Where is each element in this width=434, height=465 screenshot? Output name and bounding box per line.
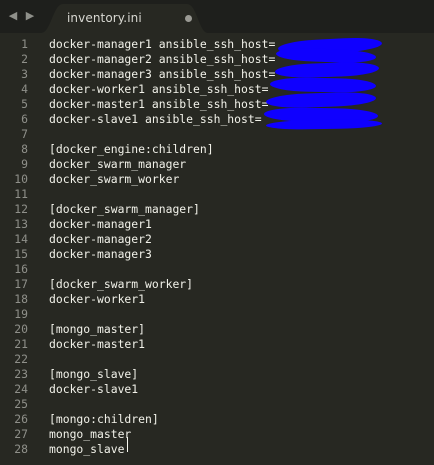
line-number: 23 <box>14 367 28 381</box>
unsaved-indicator-icon[interactable] <box>185 15 192 22</box>
code-editor[interactable]: 1 docker-manager1 ansible_ssh_host= 2 docke… <box>0 33 434 465</box>
line-number: 24 <box>14 382 28 396</box>
line-text: docker_swarm_manager <box>49 157 187 171</box>
line-number: 9 <box>21 157 28 171</box>
line-text: docker_swarm_worker <box>49 172 180 186</box>
code-line[interactable]: 11 <box>0 187 434 202</box>
code-line[interactable]: 10 docker_swarm_worker <box>0 172 434 187</box>
nav-back-icon[interactable]: ◀ <box>6 9 20 23</box>
line-text: docker-manager1 ansible_ssh_host= <box>49 37 276 51</box>
code-line[interactable]: 14 docker-manager2 <box>0 232 434 247</box>
line-number: 7 <box>21 127 28 141</box>
tab-navigation: ◀ ▶ <box>6 9 37 23</box>
line-text: [docker_swarm_manager] <box>49 202 200 216</box>
line-text: docker-worker1 ansible_ssh_host= <box>49 82 269 96</box>
line-number: 21 <box>14 337 28 351</box>
line-number: 2 <box>21 52 28 66</box>
line-text: docker-slave1 <box>49 382 139 396</box>
line-text: docker-manager3 <box>49 247 152 261</box>
code-line[interactable]: 12 [docker_swarm_manager] <box>0 202 434 217</box>
line-text: [docker_engine:children] <box>49 142 214 156</box>
line-number: 10 <box>14 172 28 186</box>
line-number: 5 <box>21 97 28 111</box>
line-number: 19 <box>14 307 28 321</box>
tab-inventory[interactable]: inventory.ini <box>41 4 208 33</box>
line-text: docker-worker1 <box>49 292 146 306</box>
line-text: docker-manager3 ansible_ssh_host= <box>49 67 276 81</box>
line-number: 1 <box>21 37 28 51</box>
code-line[interactable]: 24 docker-slave1 <box>0 382 434 397</box>
line-number: 6 <box>21 112 28 126</box>
line-text: mongo_master <box>49 427 132 441</box>
line-text: docker-slave1 ansible_ssh_host= <box>49 112 262 126</box>
code-line[interactable]: 22 <box>0 352 434 367</box>
line-number: 17 <box>14 277 28 291</box>
line-number: 25 <box>14 397 28 411</box>
line-number: 18 <box>14 292 28 306</box>
line-number: 26 <box>14 412 28 426</box>
line-number: 11 <box>14 187 28 201</box>
code-line[interactable]: 28 mongo_slave <box>0 442 434 457</box>
tab-title: inventory.ini <box>67 11 142 25</box>
line-text: docker-manager2 <box>49 232 152 246</box>
line-text: docker-master1 <box>49 337 146 351</box>
line-number: 13 <box>14 217 28 231</box>
line-text: mongo_slave <box>49 442 125 456</box>
line-text: docker-master1 ansible_ssh_host= <box>49 97 269 111</box>
code-line[interactable]: 7 <box>0 127 434 142</box>
tab-bar: ◀ ▶ inventory.ini <box>0 0 434 33</box>
line-number: 20 <box>14 322 28 336</box>
line-text: [mongo:children] <box>49 412 159 426</box>
line-number: 28 <box>14 442 28 456</box>
line-number: 15 <box>14 247 28 261</box>
code-line[interactable]: 26 [mongo:children] <box>0 412 434 427</box>
line-number: 12 <box>14 202 28 216</box>
line-number: 14 <box>14 232 28 246</box>
code-line[interactable]: 21 docker-master1 <box>0 337 434 352</box>
editor-window: ◀ ▶ inventory.ini 1 docker-manager1 ansib… <box>0 0 434 465</box>
text-cursor <box>127 437 128 452</box>
code-line[interactable]: 15 docker-manager3 <box>0 247 434 262</box>
line-number: 3 <box>21 67 28 81</box>
line-number: 4 <box>21 82 28 96</box>
code-line[interactable]: 23 [mongo_slave] <box>0 367 434 382</box>
code-line[interactable]: 9 docker_swarm_manager <box>0 157 434 172</box>
nav-forward-icon[interactable]: ▶ <box>23 9 37 23</box>
code-line[interactable]: 13 docker-manager1 <box>0 217 434 232</box>
line-text: [mongo_slave] <box>49 367 139 381</box>
code-line[interactable]: 27 mongo_master <box>0 427 434 442</box>
line-text: docker-manager2 ansible_ssh_host= <box>49 52 276 66</box>
code-line[interactable]: 17 [docker_swarm_worker] <box>0 277 434 292</box>
line-text: [mongo_master] <box>49 322 146 336</box>
code-line[interactable]: 25 <box>0 397 434 412</box>
line-number: 16 <box>14 262 28 276</box>
line-number: 8 <box>21 142 28 156</box>
code-line[interactable]: 8 [docker_engine:children] <box>0 142 434 157</box>
line-number: 22 <box>14 352 28 366</box>
code-line[interactable]: 20 [mongo_master] <box>0 322 434 337</box>
line-number: 27 <box>14 427 28 441</box>
code-line[interactable]: 16 <box>0 262 434 277</box>
line-text: docker-manager1 <box>49 217 152 231</box>
line-text: [docker_swarm_worker] <box>49 277 194 291</box>
code-line[interactable]: 18 docker-worker1 <box>0 292 434 307</box>
code-line[interactable]: 19 <box>0 307 434 322</box>
